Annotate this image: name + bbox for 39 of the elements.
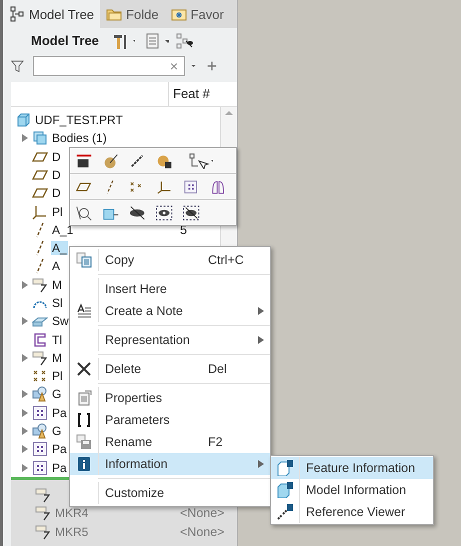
feat-number: <None> (179, 506, 224, 520)
tree-item[interactable]: G (51, 424, 62, 438)
menu-item[interactable]: Model Information (271, 479, 433, 501)
tree-item[interactable]: D (51, 150, 62, 164)
tree-item[interactable]: A (51, 259, 62, 274)
menu-item[interactable]: Representation (70, 329, 270, 351)
tree-item[interactable]: Bodies (1) (51, 131, 108, 146)
menu-item[interactable]: Feature Information (271, 457, 433, 479)
tree-item[interactable]: Pa (51, 406, 68, 420)
tree-item[interactable]: M (51, 350, 63, 365)
tree-item[interactable]: A_1 (51, 222, 74, 237)
panel-title: Model Tree (31, 33, 100, 48)
tree-item[interactable]: Pa (51, 460, 68, 475)
tree-item[interactable]: Pa (51, 442, 68, 456)
tree-item[interactable]: M (51, 278, 63, 292)
tree-item[interactable]: Pl (51, 369, 64, 384)
menu-item[interactable]: Copy Ctrl+C (70, 249, 270, 271)
column-header: Feat # (168, 82, 221, 106)
tree-item[interactable]: A_ (51, 241, 68, 256)
tree-item[interactable]: Pl (51, 204, 64, 219)
menu-item[interactable]: Insert Here (70, 278, 270, 300)
tree-item[interactable]: Sw (51, 314, 70, 328)
tree-item[interactable]: D (51, 186, 62, 200)
tree-item[interactable]: G (51, 387, 62, 402)
menu-item[interactable]: Reference Viewer (271, 501, 433, 523)
menu-item[interactable]: Parameters (70, 409, 270, 431)
panel-tab[interactable]: Model Tree (3, 0, 100, 28)
clear-button[interactable]: × (170, 58, 178, 74)
menu-item[interactable]: Create a Note (70, 300, 270, 322)
menu-item[interactable]: Information (70, 453, 270, 475)
menu-item[interactable]: Properties (70, 387, 270, 409)
menu-item[interactable]: Delete Del (70, 358, 270, 380)
tree-item[interactable]: UDF_TEST.PRT (34, 113, 124, 128)
menu-item[interactable]: Customize (70, 482, 270, 504)
tree-item[interactable]: Tl (51, 332, 63, 347)
tree-item[interactable]: D (51, 168, 62, 182)
tree-item[interactable]: Sl (51, 296, 64, 310)
feat-number: <None> (179, 524, 224, 539)
search-field[interactable]: × (33, 56, 185, 76)
